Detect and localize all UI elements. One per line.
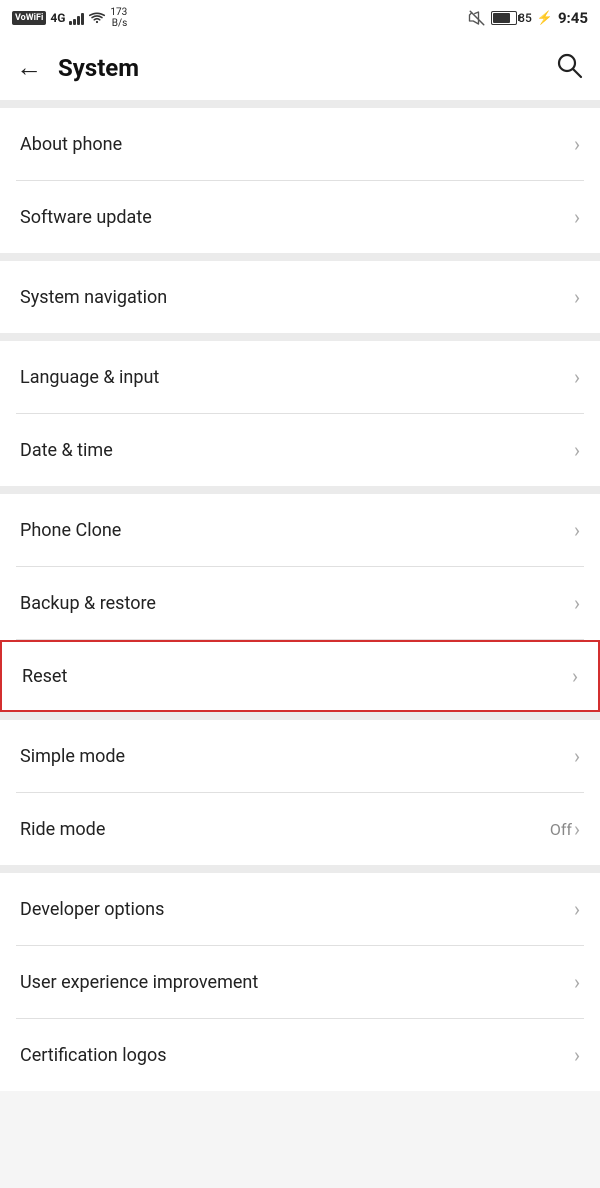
menu-item-developer-options[interactable]: Developer options › [0, 873, 600, 945]
menu-item-value-ride-mode: Off [550, 820, 572, 839]
menu-item-right-developer-options: › [574, 897, 580, 921]
menu-item-label-phone-clone: Phone Clone [20, 520, 121, 541]
menu-item-label-simple-mode: Simple mode [20, 746, 125, 767]
menu-item-label-user-experience: User experience improvement [20, 972, 258, 993]
status-right: 85 ⚡ 9:45 [468, 9, 588, 27]
menu-item-backup-restore[interactable]: Backup & restore › [0, 567, 600, 639]
menu-item-right-about-phone: › [574, 132, 580, 156]
menu-item-right-language-input: › [574, 365, 580, 389]
battery-level: 85 [518, 11, 532, 25]
network-speed: 173 B/s [110, 7, 127, 29]
group-divider-0 [0, 100, 600, 108]
menu-item-right-certification-logos: › [574, 1043, 580, 1067]
menu-item-about-phone[interactable]: About phone › [0, 108, 600, 180]
chevron-icon-software-update: › [574, 205, 580, 229]
menu-item-label-about-phone: About phone [20, 134, 122, 155]
signal-bars [69, 11, 84, 25]
menu-item-language-input[interactable]: Language & input › [0, 341, 600, 413]
menu-item-right-backup-restore: › [574, 591, 580, 615]
status-left: VoWiFi 4G 173 B/s [12, 7, 127, 29]
menu-item-date-time[interactable]: Date & time › [0, 414, 600, 486]
menu-group-5: Developer options›User experience improv… [0, 873, 600, 1091]
menu-item-label-ride-mode: Ride mode [20, 819, 105, 840]
menu-item-label-backup-restore: Backup & restore [20, 593, 156, 614]
chevron-icon-reset: › [572, 664, 578, 688]
menu-group-4: Simple mode›Ride modeOff› [0, 720, 600, 865]
menu-container: About phone›Software update›System navig… [0, 100, 600, 1091]
top-bar: ← System [0, 36, 600, 100]
back-button[interactable]: ← [16, 55, 42, 81]
menu-item-software-update[interactable]: Software update › [0, 181, 600, 253]
chevron-icon-language-input: › [574, 365, 580, 389]
menu-item-right-reset: › [572, 664, 578, 688]
wifi-icon [88, 11, 106, 25]
charging-icon: ⚡ [537, 11, 553, 26]
page-title: System [58, 54, 139, 82]
menu-item-certification-logos[interactable]: Certification logos › [0, 1019, 600, 1091]
chevron-icon-ride-mode: › [574, 817, 580, 841]
menu-item-right-software-update: › [574, 205, 580, 229]
menu-item-phone-clone[interactable]: Phone Clone › [0, 494, 600, 566]
group-divider-3 [0, 486, 600, 494]
menu-item-right-ride-mode: Off› [550, 817, 580, 841]
menu-item-right-system-navigation: › [574, 285, 580, 309]
chevron-icon-user-experience: › [574, 970, 580, 994]
chevron-icon-about-phone: › [574, 132, 580, 156]
menu-item-reset[interactable]: Reset › [0, 640, 600, 712]
menu-item-label-date-time: Date & time [20, 440, 113, 461]
menu-group-3: Phone Clone › Backup & restore › Reset › [0, 494, 600, 712]
menu-item-right-phone-clone: › [574, 518, 580, 542]
menu-item-right-date-time: › [574, 438, 580, 462]
menu-item-label-developer-options: Developer options [20, 899, 164, 920]
chevron-icon-simple-mode: › [574, 744, 580, 768]
menu-item-user-experience[interactable]: User experience improvement › [0, 946, 600, 1018]
status-bar: VoWiFi 4G 173 B/s 85 [0, 0, 600, 36]
group-divider-1 [0, 253, 600, 261]
menu-item-label-certification-logos: Certification logos [20, 1045, 167, 1066]
group-divider-2 [0, 333, 600, 341]
group-divider-4 [0, 712, 600, 720]
search-button[interactable] [554, 50, 584, 87]
chevron-icon-system-navigation: › [574, 285, 580, 309]
time: 9:45 [558, 9, 588, 27]
chevron-icon-backup-restore: › [574, 591, 580, 615]
menu-item-label-software-update: Software update [20, 207, 152, 228]
battery-fill [493, 13, 510, 23]
menu-group-2: Language & input › Date & time › [0, 341, 600, 486]
chevron-icon-certification-logos: › [574, 1043, 580, 1067]
mute-icon [468, 9, 486, 27]
menu-group-1: System navigation › [0, 261, 600, 333]
menu-item-simple-mode[interactable]: Simple mode › [0, 720, 600, 792]
menu-item-label-reset: Reset [22, 666, 67, 687]
menu-item-ride-mode[interactable]: Ride mode Off› [0, 793, 600, 865]
chevron-icon-developer-options: › [574, 897, 580, 921]
top-bar-left: ← System [16, 54, 139, 82]
vowifi-badge: VoWiFi [12, 11, 46, 25]
network-type: 4G [50, 11, 65, 25]
menu-item-label-language-input: Language & input [20, 367, 159, 388]
menu-item-right-simple-mode: › [574, 744, 580, 768]
menu-item-right-user-experience: › [574, 970, 580, 994]
chevron-icon-date-time: › [574, 438, 580, 462]
menu-item-label-system-navigation: System navigation [20, 287, 167, 308]
menu-item-system-navigation[interactable]: System navigation › [0, 261, 600, 333]
battery-box [491, 11, 517, 25]
menu-group-0: About phone › Software update › [0, 108, 600, 253]
chevron-icon-phone-clone: › [574, 518, 580, 542]
group-divider-5 [0, 865, 600, 873]
battery: 85 [491, 11, 532, 25]
